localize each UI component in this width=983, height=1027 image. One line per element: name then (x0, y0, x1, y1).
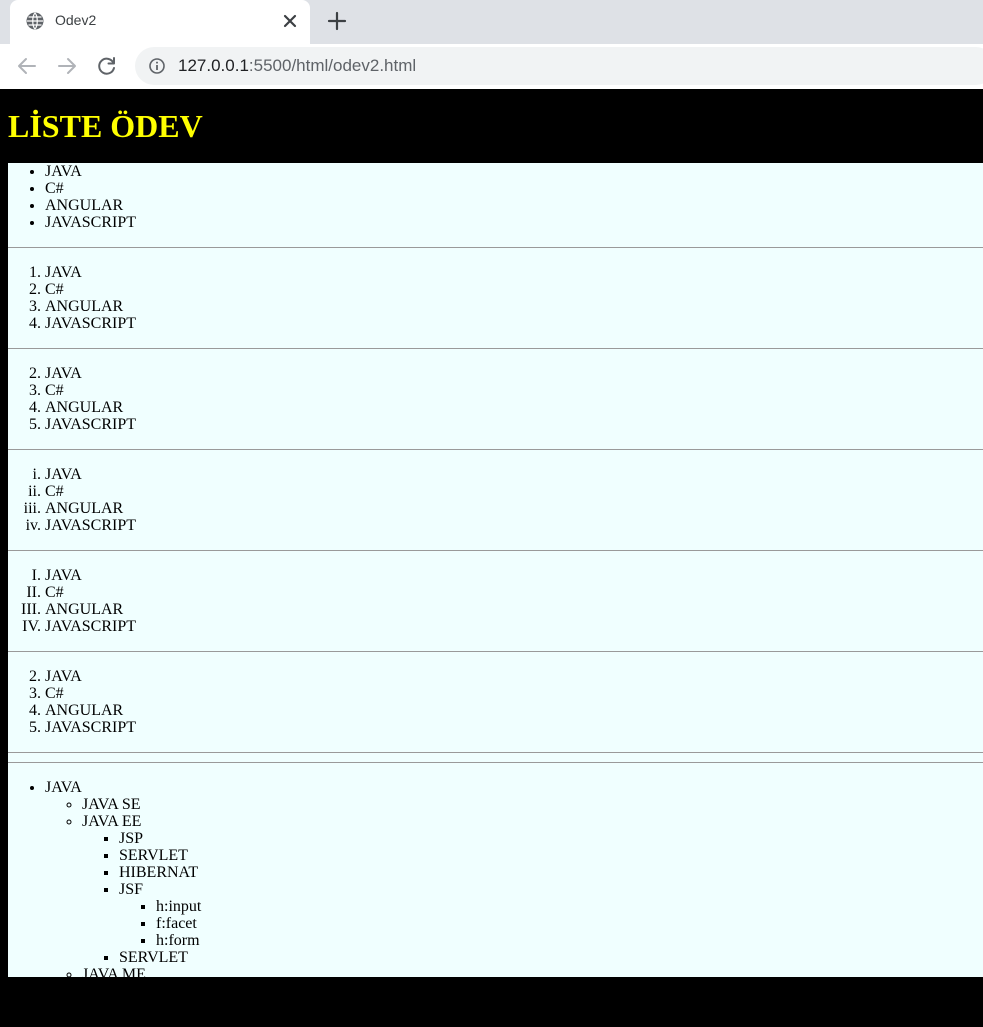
url-text[interactable]: 127.0.0.1:5500/html/odev2.html (178, 56, 416, 76)
list-item: JAVA (45, 567, 983, 584)
url-path: :5500/html/odev2.html (248, 56, 417, 75)
list-item: C# (45, 483, 983, 500)
list-item: JAVA (45, 264, 983, 281)
list-item: ANGULAR (45, 702, 983, 719)
list-item-label: JAVA EE (82, 813, 142, 830)
list-item: JAVASCRIPT (45, 214, 983, 231)
unordered-list: JAVA C# ANGULAR JAVASCRIPT (8, 163, 983, 231)
ordered-list-block: JAVA C# ANGULAR JAVASCRIPT (8, 248, 983, 348)
list-item-java-se: JAVA SE (82, 796, 983, 813)
ordered-list-start-block-2: JAVA C# ANGULAR JAVASCRIPT (8, 652, 983, 752)
nested-list-level-3: JSP SERVLET HIBERNAT JSF h:input f:facet… (82, 830, 983, 966)
list-item: h:input (156, 898, 983, 915)
upper-roman-list-block: JAVA C# ANGULAR JAVASCRIPT (8, 551, 983, 651)
list-item-java-ee: JAVA EE JSP SERVLET HIBERNAT JSF h:input… (82, 813, 983, 966)
unordered-list-block: JAVA C# ANGULAR JAVASCRIPT (8, 163, 983, 247)
list-item: JAVASCRIPT (45, 416, 983, 433)
list-item-label: JAVA (45, 779, 82, 796)
close-tab-icon[interactable] (282, 13, 298, 29)
nested-list-level-4: h:input f:facet h:form (119, 898, 983, 949)
list-item-java-me: JAVA ME (82, 966, 983, 977)
nested-list-level-2: JAVA SE JAVA EE JSP SERVLET HIBERNAT JSF… (45, 796, 983, 977)
page-title: LİSTE ÖDEV (8, 108, 203, 144)
list-item: C# (45, 180, 983, 197)
reload-icon[interactable] (96, 55, 118, 77)
list-item: JAVA (45, 163, 983, 180)
nested-list: JAVA JAVA SE JAVA EE JSP SERVLET HIBERNA… (8, 779, 983, 977)
tab-title: Odev2 (55, 12, 97, 28)
nested-list-block: JAVA JAVA SE JAVA EE JSP SERVLET HIBERNA… (8, 763, 983, 977)
url-host: 127.0.0.1 (178, 56, 249, 75)
list-item: JAVASCRIPT (45, 517, 983, 534)
list-item: ANGULAR (45, 399, 983, 416)
list-item: f:facet (156, 915, 983, 932)
ordered-list-start-block: JAVA C# ANGULAR JAVASCRIPT (8, 349, 983, 449)
browser-toolbar: 127.0.0.1:5500/html/odev2.html (0, 44, 983, 89)
ordered-list-start-2-again: JAVA C# ANGULAR JAVASCRIPT (8, 668, 983, 736)
ordered-list-decimal: JAVA C# ANGULAR JAVASCRIPT (8, 264, 983, 332)
list-item: ANGULAR (45, 601, 983, 618)
address-bar[interactable]: 127.0.0.1:5500/html/odev2.html (135, 47, 983, 85)
list-item: ANGULAR (45, 197, 983, 214)
tab-strip: Odev2 (0, 0, 983, 44)
list-item-label: JSF (119, 881, 144, 898)
list-item: JAVASCRIPT (45, 618, 983, 635)
list-item: JAVASCRIPT (45, 315, 983, 332)
list-item: JAVA (45, 668, 983, 685)
list-item: h:form (156, 932, 983, 949)
back-arrow-icon[interactable] (16, 55, 38, 77)
list-item: SERVLET (119, 847, 983, 864)
ordered-list-lower-roman: JAVA C# ANGULAR JAVASCRIPT (8, 466, 983, 534)
list-item: ANGULAR (45, 500, 983, 517)
list-item: JAVASCRIPT (45, 719, 983, 736)
page-header: LİSTE ÖDEV (0, 89, 983, 163)
new-tab-icon[interactable] (327, 11, 347, 31)
page-content: JAVA C# ANGULAR JAVASCRIPT JAVA C# ANGUL… (8, 163, 983, 977)
list-item: ANGULAR (45, 298, 983, 315)
list-item: SERVLET (119, 949, 983, 966)
list-item: C# (45, 281, 983, 298)
globe-icon (26, 12, 44, 30)
info-icon[interactable] (149, 58, 165, 74)
list-item-java: JAVA JAVA SE JAVA EE JSP SERVLET HIBERNA… (45, 779, 983, 977)
list-item: JAVA (45, 466, 983, 483)
lower-roman-list-block: JAVA C# ANGULAR JAVASCRIPT (8, 450, 983, 550)
browser-tab[interactable]: Odev2 (10, 0, 310, 44)
forward-arrow-icon[interactable] (56, 55, 78, 77)
list-item: JSP (119, 830, 983, 847)
list-item: HIBERNAT (119, 864, 983, 881)
list-item: JAVA (45, 365, 983, 382)
ordered-list-start-2: JAVA C# ANGULAR JAVASCRIPT (8, 365, 983, 433)
list-item: C# (45, 584, 983, 601)
ordered-list-upper-roman: JAVA C# ANGULAR JAVASCRIPT (8, 567, 983, 635)
list-item: C# (45, 685, 983, 702)
list-item: C# (45, 382, 983, 399)
list-item-jsf: JSF h:input f:facet h:form (119, 881, 983, 949)
empty-spacer (8, 753, 983, 762)
